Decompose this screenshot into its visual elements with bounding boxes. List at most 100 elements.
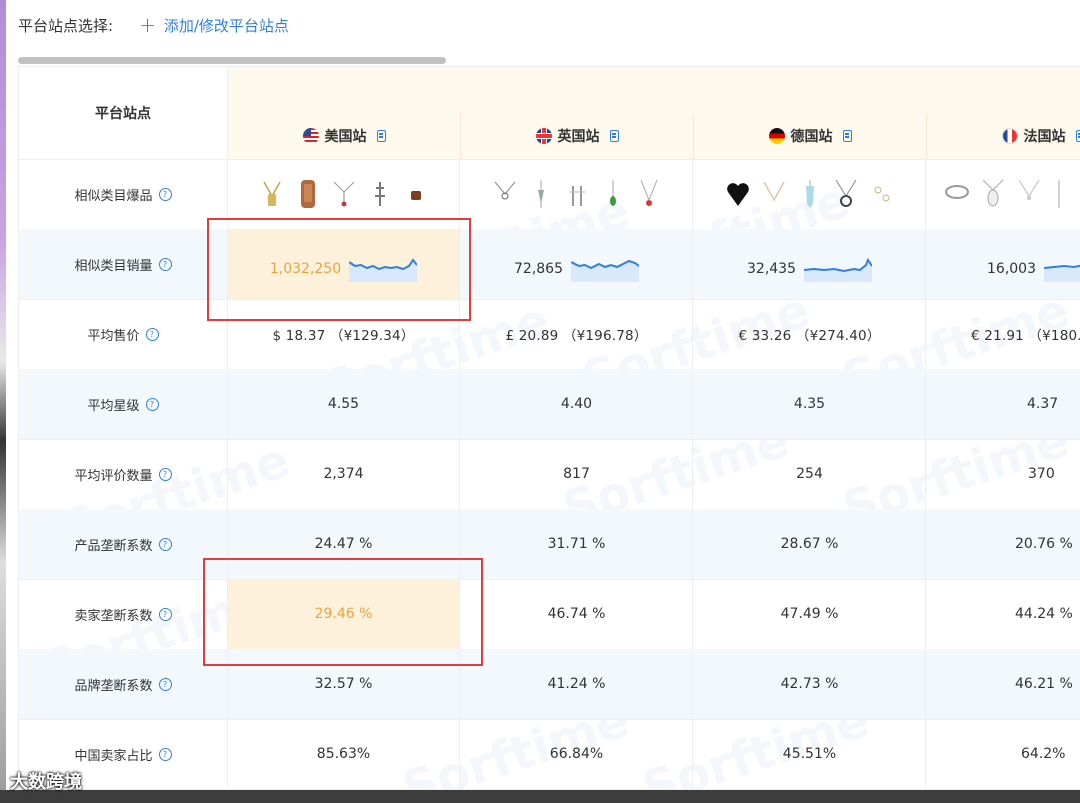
sales-cell-us: 1,032,250 <box>228 229 460 299</box>
sparkline-chart[interactable] <box>1044 256 1080 282</box>
product-thumbnail[interactable] <box>945 178 969 210</box>
avg-rating-us: 4.55 <box>228 369 460 439</box>
row-label-text: 品牌垄断系数 <box>74 678 153 694</box>
product-thumbnail[interactable] <box>762 178 786 210</box>
help-icon[interactable]: ? <box>145 397 159 411</box>
seller-monopoly-uk: 46.74 % <box>461 579 693 649</box>
product-thumbnail[interactable] <box>798 178 822 210</box>
product-thumbnail[interactable] <box>368 178 392 210</box>
calculator-icon[interactable] <box>609 130 619 142</box>
china-seller-share-de: 45.51% <box>694 719 926 789</box>
site-comparison-table: Sorftime Sorftime Sorftime Sorftime Sorf… <box>18 66 1080 791</box>
avg-price-fr: € 21.91 （¥180. <box>927 299 1080 369</box>
avg-reviews-us: 2,374 <box>228 439 460 509</box>
row-label: 相似类目销量 ? <box>19 229 228 299</box>
table-row-avg-rating: 平均星级 ? 4.55 4.40 4.35 4.37 <box>19 369 1080 440</box>
horizontal-scrollbar[interactable] <box>18 57 446 64</box>
row-label: 卖家垄断系数 ? <box>19 579 228 649</box>
table-row-avg-reviews: 平均评价数量 ? 2,374 817 254 370 <box>19 439 1080 510</box>
help-icon[interactable]: ? <box>158 187 172 201</box>
column-header-de[interactable]: 德国站 <box>694 113 927 160</box>
product-thumbnail[interactable] <box>565 178 589 210</box>
product-thumbnail[interactable] <box>637 178 661 210</box>
uk-flag-icon <box>535 128 552 144</box>
calculator-icon[interactable] <box>842 130 852 142</box>
sales-cell-uk: 72,865 <box>461 229 693 299</box>
product-thumbnails-fr <box>927 159 1080 229</box>
calculator-icon[interactable] <box>376 130 386 142</box>
row-label-text: 相似类目爆品 <box>74 188 153 204</box>
sales-value: 1,032,250 <box>269 261 342 277</box>
product-thumbnail[interactable] <box>981 178 1005 210</box>
product-thumbnail[interactable] <box>260 178 284 210</box>
row-label: 平均售价 ? <box>19 299 228 369</box>
row-label-text: 产品垄断系数 <box>74 538 153 554</box>
de-flag-icon <box>768 128 785 144</box>
china-seller-share-uk: 66.84% <box>461 719 693 789</box>
help-icon[interactable]: ? <box>158 467 172 481</box>
table-row-brand-monopoly: 品牌垄断系数 ? 32.57 % 41.24 % 42.73 % 46.21 % <box>19 649 1080 720</box>
row-label-text: 中国卖家占比 <box>74 748 153 764</box>
help-icon[interactable]: ? <box>158 537 172 551</box>
product-thumbnail[interactable] <box>1053 178 1077 210</box>
table-row-china-seller-share: 中国卖家占比 ? 85.63% 66.84% 45.51% 64.2% <box>19 719 1080 790</box>
column-header-uk[interactable]: 英国站 <box>461 113 694 160</box>
product-thumbnail[interactable] <box>870 178 894 210</box>
row-label-text: 平均星级 <box>87 398 140 414</box>
avg-reviews-de: 254 <box>694 439 926 509</box>
brand-monopoly-fr: 46.21 % <box>927 649 1080 719</box>
avg-rating-fr: 4.37 <box>927 369 1080 439</box>
help-icon[interactable]: ? <box>158 607 172 621</box>
sparkline-chart[interactable] <box>349 256 418 282</box>
product-thumbnail[interactable] <box>404 178 428 210</box>
row-label: 平均评价数量 ? <box>19 439 228 509</box>
product-thumbnail[interactable] <box>332 178 356 210</box>
row-label-text: 卖家垄断系数 <box>74 608 153 624</box>
sales-value: 32,435 <box>747 261 796 277</box>
product-monopoly-us: 24.47 % <box>228 509 460 579</box>
site-selector-bar: 平台站点选择: + 添加/修改平台站点 <box>18 10 289 40</box>
product-thumbnail[interactable] <box>601 178 625 210</box>
table-row-product-monopoly: 产品垄断系数 ? 24.47 % 31.71 % 28.67 % 20.76 % <box>19 509 1080 580</box>
row-label: 平均星级 ? <box>19 369 228 439</box>
sales-value: 72,865 <box>514 261 563 277</box>
us-flag-icon <box>302 128 319 144</box>
product-thumbnail[interactable] <box>296 178 320 210</box>
help-icon[interactable]: ? <box>158 677 172 691</box>
seller-monopoly-us: 29.46 % <box>228 579 460 649</box>
corner-header: 平台站点 <box>19 67 228 160</box>
sales-cell-de: 32,435 <box>694 229 926 299</box>
help-icon[interactable]: ? <box>158 257 172 271</box>
seller-monopoly-fr: 44.24 % <box>927 579 1080 649</box>
row-label: 品牌垄断系数 ? <box>19 649 228 719</box>
product-thumbnail[interactable] <box>1017 178 1041 210</box>
help-icon[interactable]: ? <box>158 747 172 761</box>
product-thumbnail[interactable] <box>726 178 750 210</box>
product-thumbnail[interactable] <box>493 178 517 210</box>
fr-flag-icon <box>1001 128 1018 144</box>
taskbar <box>0 790 1080 803</box>
column-header-us[interactable]: 美国站 <box>228 113 461 160</box>
sparkline-chart[interactable] <box>804 256 872 282</box>
brand-monopoly-uk: 41.24 % <box>461 649 693 719</box>
china-seller-share-fr: 64.2% <box>927 719 1080 789</box>
product-monopoly-uk: 31.71 % <box>461 509 693 579</box>
product-thumbnails-de <box>694 159 926 229</box>
sparkline-chart[interactable] <box>571 256 639 282</box>
add-edit-site-link[interactable]: + 添加/修改平台站点 <box>139 15 289 36</box>
product-thumbnail[interactable] <box>834 178 858 210</box>
avg-reviews-uk: 817 <box>461 439 693 509</box>
table-row-sales: 相似类目销量 ? 1,032,250 72,865 32,435 16,003 <box>19 229 1080 300</box>
source-logo: 大数跨境 <box>10 772 82 793</box>
table-row-avg-price: 平均售价 ? $ 18.37 （¥129.34） £ 20.89 （¥196.7… <box>19 299 1080 370</box>
help-icon[interactable]: ? <box>145 327 159 341</box>
avg-price-uk: £ 20.89 （¥196.78） <box>461 299 693 369</box>
site-selector-label: 平台站点选择: <box>18 16 114 35</box>
china-seller-share-us: 85.63% <box>228 719 460 789</box>
calculator-icon[interactable] <box>1075 130 1080 142</box>
row-label: 产品垄断系数 ? <box>19 509 228 579</box>
avg-price-us: $ 18.37 （¥129.34） <box>228 299 460 369</box>
product-thumbnail[interactable] <box>529 178 553 210</box>
column-header-fr[interactable]: 法国站 <box>927 113 1080 160</box>
avg-rating-de: 4.35 <box>694 369 926 439</box>
